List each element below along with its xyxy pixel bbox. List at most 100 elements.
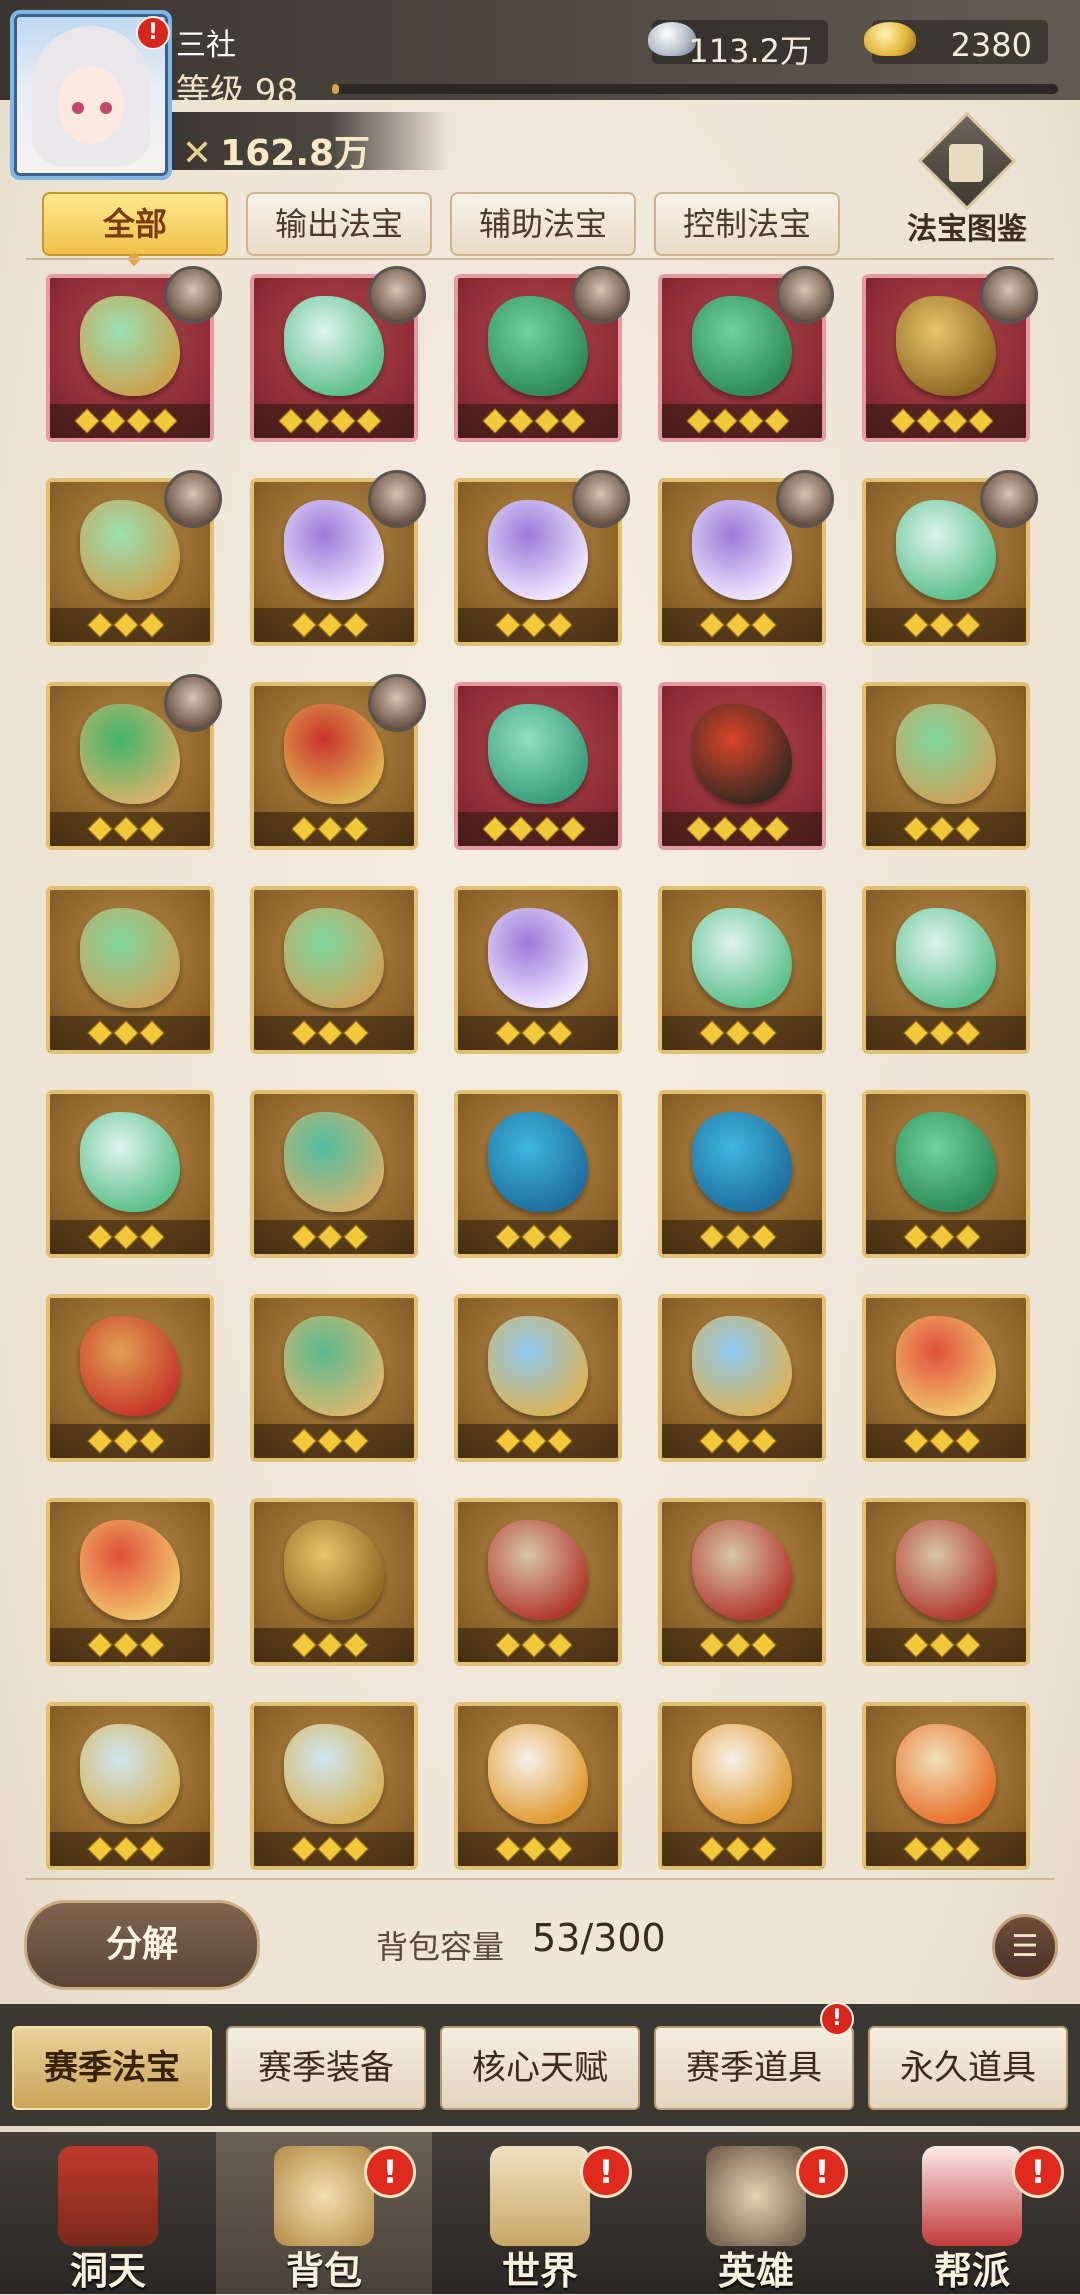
gold-ingot-icon bbox=[864, 22, 916, 56]
treasure-slot-red-ribbon[interactable] bbox=[862, 1294, 1030, 1462]
star-rating bbox=[254, 404, 414, 438]
treasure-slot-jade-vase[interactable] bbox=[46, 1090, 214, 1258]
treasure-slot-lantern[interactable] bbox=[46, 1702, 214, 1870]
treasure-slot-jade-vase[interactable] bbox=[658, 886, 826, 1054]
treasure-slot-gold-mirror[interactable] bbox=[454, 1702, 622, 1870]
tab-control-treasure[interactable]: 控制法宝 bbox=[654, 192, 840, 256]
treasure-slot-fire-spear[interactable] bbox=[658, 682, 826, 850]
star-diamond-icon bbox=[547, 612, 573, 638]
star-diamond-icon bbox=[291, 1020, 317, 1046]
star-diamond-icon bbox=[955, 816, 981, 842]
star-diamond-icon bbox=[87, 1224, 113, 1250]
treasure-slot-jade-sword[interactable] bbox=[454, 682, 622, 850]
treasure-slot-gold-coin[interactable] bbox=[250, 1498, 418, 1666]
treasure-slot-blue-urn[interactable] bbox=[658, 1090, 826, 1258]
treasure-atlas-button[interactable]: 法宝图鉴 bbox=[892, 111, 1042, 247]
category-permanent-items[interactable]: 永久道具 bbox=[868, 2026, 1068, 2110]
gold-resource[interactable]: 2380 bbox=[864, 20, 1048, 64]
category-season-items[interactable]: 赛季道具 bbox=[654, 2026, 854, 2110]
star-diamond-icon bbox=[139, 1428, 165, 1454]
nav-label: 背包 bbox=[285, 2249, 362, 2293]
star-rating bbox=[254, 812, 414, 846]
treasure-slot-blue-harp[interactable] bbox=[658, 1294, 826, 1462]
treasure-slot-jade-fan[interactable] bbox=[46, 886, 214, 1054]
treasure-slot-red-ribbon[interactable] bbox=[46, 1498, 214, 1666]
treasure-slot-jade-lotus[interactable] bbox=[862, 1090, 1030, 1258]
red-scepter-icon bbox=[284, 704, 384, 804]
treasure-slot-jade-scissors[interactable] bbox=[46, 266, 222, 442]
jade-vase-icon bbox=[692, 908, 792, 1008]
equipped-hero-avatar bbox=[368, 470, 426, 528]
nav-bag[interactable]: 背包 ! bbox=[216, 2132, 432, 2294]
star-rating bbox=[50, 812, 210, 846]
treasure-slot-fire-scroll[interactable] bbox=[862, 1702, 1030, 1870]
star-diamond-icon bbox=[113, 1632, 139, 1658]
star-diamond-icon bbox=[738, 408, 764, 434]
treasure-slot-jade-banner[interactable] bbox=[250, 1294, 418, 1462]
decompose-button[interactable]: 分解 bbox=[24, 1900, 260, 1990]
jade-fan-icon bbox=[80, 908, 180, 1008]
nav-guild[interactable]: 帮派 ! bbox=[864, 2132, 1080, 2294]
star-diamond-icon bbox=[508, 408, 534, 434]
category-season-treasure[interactable]: 赛季法宝 bbox=[12, 2026, 212, 2110]
star-diamond-icon bbox=[291, 612, 317, 638]
category-core-talent[interactable]: 核心天赋 bbox=[440, 2026, 640, 2110]
star-rating bbox=[458, 812, 618, 846]
treasure-slot-lantern[interactable] bbox=[250, 1702, 418, 1870]
nav-dongtian[interactable]: 洞天 bbox=[0, 2132, 216, 2294]
treasure-slot-purple-robe[interactable] bbox=[658, 470, 834, 646]
star-diamond-icon bbox=[547, 1428, 573, 1454]
star-diamond-icon bbox=[343, 1632, 369, 1658]
treasure-slot-red-scepter[interactable] bbox=[250, 674, 426, 850]
treasure-slot-jade-lotus[interactable] bbox=[454, 266, 630, 442]
nav-world[interactable]: 世界 ! bbox=[432, 2132, 648, 2294]
capacity-label: 背包容量 bbox=[376, 1928, 505, 1966]
treasure-slot-jade-fan[interactable] bbox=[862, 682, 1030, 850]
star-diamond-icon bbox=[495, 1428, 521, 1454]
avatar-eye-right bbox=[100, 102, 112, 114]
treasure-slot-jade-vase[interactable] bbox=[250, 266, 426, 442]
treasure-slot-jade-scissors[interactable] bbox=[46, 470, 222, 646]
star-diamond-icon bbox=[100, 408, 126, 434]
star-diamond-icon bbox=[547, 1020, 573, 1046]
silver-resource[interactable]: 113.2万 bbox=[648, 20, 828, 70]
star-diamond-icon bbox=[317, 1020, 343, 1046]
equipped-hero-avatar bbox=[980, 470, 1038, 528]
star-diamond-icon bbox=[87, 1020, 113, 1046]
star-diamond-icon bbox=[521, 1632, 547, 1658]
equipped-hero-avatar bbox=[776, 470, 834, 528]
filter-sort-icon[interactable]: ☰ bbox=[992, 1914, 1058, 1980]
treasure-slot-purple-robe[interactable] bbox=[250, 470, 426, 646]
category-season-equipment[interactable]: 赛季装备 bbox=[226, 2026, 426, 2110]
star-diamond-icon bbox=[751, 1428, 777, 1454]
tab-all[interactable]: 全部 bbox=[42, 192, 228, 256]
capacity-value: 53/300 bbox=[532, 1916, 666, 1960]
treasure-slot-gold-mirror[interactable] bbox=[658, 1702, 826, 1870]
treasure-slot-jade-lotus[interactable] bbox=[658, 266, 834, 442]
treasure-slot-gold-coin[interactable] bbox=[862, 266, 1038, 442]
combat-power: ✕ 162.8万 bbox=[182, 124, 370, 176]
treasure-slot-claw-ring[interactable] bbox=[862, 1498, 1030, 1666]
star-diamond-icon bbox=[495, 1836, 521, 1862]
treasure-slot-jade-vase[interactable] bbox=[862, 470, 1038, 646]
treasure-slot-claw-ring[interactable] bbox=[454, 1498, 622, 1666]
treasure-slot-jade-fan[interactable] bbox=[250, 886, 418, 1054]
claw-ring-icon bbox=[692, 1520, 792, 1620]
treasure-slot-crystal-orb[interactable] bbox=[46, 674, 222, 850]
star-diamond-icon bbox=[738, 816, 764, 842]
blue-harp-icon bbox=[692, 1316, 792, 1416]
treasure-slot-claw-ring[interactable] bbox=[658, 1498, 826, 1666]
treasure-slot-jade-staff[interactable] bbox=[250, 1090, 418, 1258]
tab-output-treasure[interactable]: 输出法宝 bbox=[246, 192, 432, 256]
star-diamond-icon bbox=[87, 1428, 113, 1454]
treasure-slot-purple-robe[interactable] bbox=[454, 886, 622, 1054]
treasure-slot-jade-vase[interactable] bbox=[862, 886, 1030, 1054]
tab-support-treasure[interactable]: 辅助法宝 bbox=[450, 192, 636, 256]
treasure-slot-purple-robe[interactable] bbox=[454, 470, 630, 646]
nav-hero[interactable]: 英雄 ! bbox=[648, 2132, 864, 2294]
crystal-orb-icon bbox=[80, 704, 180, 804]
treasure-slot-blue-harp[interactable] bbox=[454, 1294, 622, 1462]
treasure-slot-blue-urn[interactable] bbox=[454, 1090, 622, 1258]
treasure-slot-red-scroll[interactable] bbox=[46, 1294, 214, 1462]
star-rating bbox=[866, 1016, 1026, 1050]
